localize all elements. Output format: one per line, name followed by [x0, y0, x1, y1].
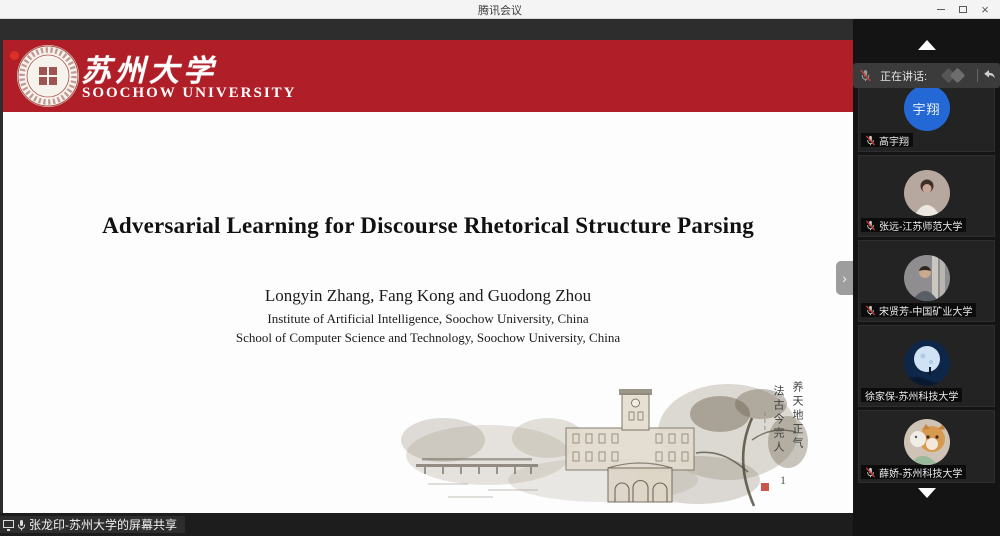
participant-tile[interactable]: 宋贤芳-中国矿业大学: [858, 240, 995, 322]
participant-name-chip: 徐家保-苏州科技大学: [861, 388, 962, 402]
scroll-up-icon[interactable]: [918, 40, 936, 50]
window-title: 腾讯会议: [0, 2, 1000, 18]
campus-painting-image: [398, 380, 810, 510]
avatar-image: [904, 255, 950, 301]
collapse-panel-icon: ›: [842, 270, 847, 286]
tencent-meeting-window: 腾讯会议 × 苏州大学 SOOCHOW UNIVERSITY Adversari…: [0, 0, 1000, 536]
muted-mic-icon: [865, 220, 876, 231]
participant-name-chip: 张远-江苏师范大学: [861, 218, 966, 232]
muted-mic-icon: [865, 305, 876, 316]
divider: [977, 69, 978, 82]
share-audio-icon: [17, 519, 26, 531]
meeting-logo-icon: [941, 70, 971, 82]
muted-mic-icon: [865, 467, 876, 478]
presentation-slide: Adversarial Learning for Discourse Rheto…: [3, 112, 853, 513]
muted-mic-icon: [859, 69, 872, 82]
avatar-image: [904, 170, 950, 216]
campus-ink-painting: 养天地正气 法古今完人 1: [398, 380, 810, 510]
avatar-initials: 宇翔: [912, 99, 940, 118]
painting-seal-stamp: [761, 483, 769, 491]
share-label: 张龙印-苏州大学的屏幕共享: [29, 516, 177, 533]
window-controls: ×: [930, 0, 996, 19]
participant-name-chip: 薛娇-苏州科技大学: [861, 465, 966, 479]
avatar: 宇翔: [904, 85, 950, 131]
slide-title: Adversarial Learning for Discourse Rheto…: [3, 213, 853, 239]
university-name-english: SOOCHOW UNIVERSITY: [82, 85, 297, 102]
participant-name: 张远-江苏师范大学: [879, 218, 962, 233]
restore-button[interactable]: [952, 0, 974, 19]
screen-share-indicator: 张龙印-苏州大学的屏幕共享: [0, 516, 185, 533]
participant-name-chip: 高宇翔: [861, 133, 913, 147]
participant-tile[interactable]: 徐家保-苏州科技大学: [858, 325, 995, 407]
window-titlebar: 腾讯会议 ×: [0, 0, 1000, 19]
participant-name-chip: 宋贤芳-中国矿业大学: [861, 303, 976, 317]
motto-right-column: 养天地正气: [789, 381, 805, 451]
slide-affiliation-1: Institute of Artificial Intelligence, So…: [3, 311, 853, 327]
slide-page-number: 1: [780, 473, 786, 488]
sidebar-collapse-handle[interactable]: ›: [836, 261, 853, 295]
slide-affiliation-2: School of Computer Science and Technolog…: [3, 330, 853, 346]
bottom-status-bar: 张龙印-苏州大学的屏幕共享: [0, 513, 853, 536]
avatar-image: [904, 340, 950, 386]
speaking-label: 正在讲话:: [880, 68, 927, 84]
university-seal-logo: [16, 44, 80, 108]
participant-name: 高宇翔: [879, 133, 909, 148]
slide-authors: Longyin Zhang, Fang Kong and Guodong Zho…: [3, 286, 853, 306]
minimize-icon: [937, 9, 945, 10]
close-icon: ×: [981, 2, 989, 17]
participants-sidebar: 宇翔 高宇翔 张远-江苏师范大学: [853, 19, 1000, 536]
participant-name: 薛娇-苏州科技大学: [879, 465, 962, 480]
avatar: [904, 170, 950, 216]
participant-name: 宋贤芳-中国矿业大学: [879, 303, 972, 318]
reply-arrow-icon[interactable]: [983, 69, 996, 80]
participant-tile[interactable]: 薛娇-苏州科技大学: [858, 410, 995, 483]
scroll-down-icon[interactable]: [918, 488, 936, 498]
university-name-chinese: 苏州大学: [81, 46, 217, 90]
participant-name: 徐家保-苏州科技大学: [865, 388, 958, 403]
restore-icon: [959, 6, 967, 13]
close-button[interactable]: ×: [974, 0, 996, 19]
motto-left-column: 法古今完人: [770, 385, 786, 455]
participant-tile[interactable]: 张远-江苏师范大学: [858, 155, 995, 237]
avatar: [904, 419, 950, 465]
muted-mic-icon: [865, 135, 876, 146]
minimize-button[interactable]: [930, 0, 952, 19]
avatar: [904, 340, 950, 386]
avatar-image: [904, 419, 950, 465]
screen-share-icon: [3, 520, 14, 528]
avatar: [904, 255, 950, 301]
speaking-indicator-bar: 正在讲话:: [853, 63, 1000, 88]
slide-banner: 苏州大学 SOOCHOW UNIVERSITY: [3, 40, 853, 112]
